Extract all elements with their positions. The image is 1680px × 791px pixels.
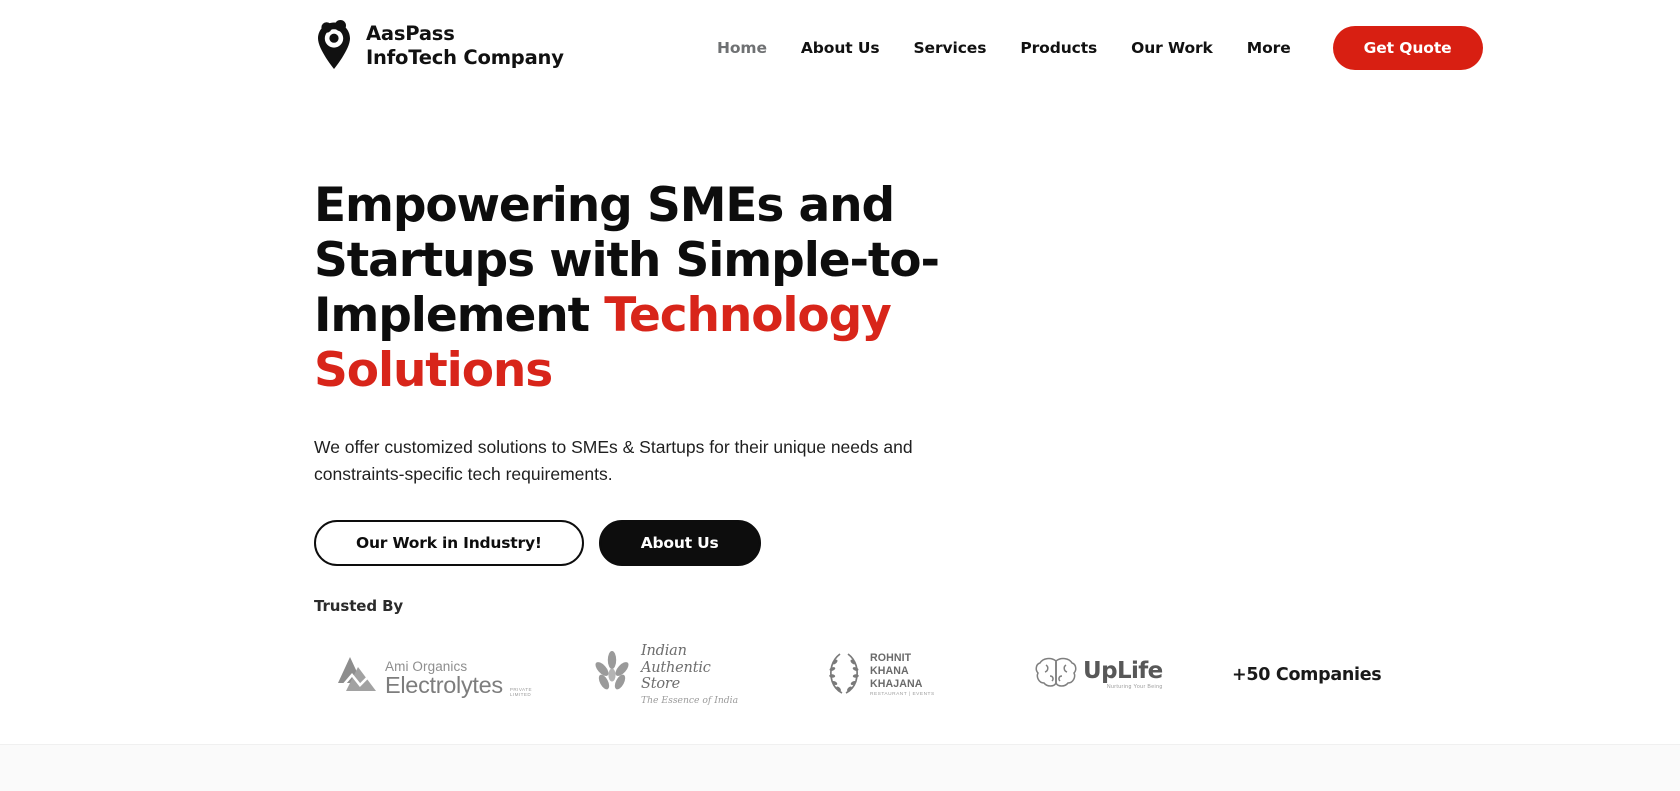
- ami-organics-top-text: Ami Organics: [385, 658, 468, 674]
- nav-item-home[interactable]: Home: [700, 29, 784, 67]
- lotus-flower-icon: [592, 650, 632, 700]
- ami-organics-sub-text: PRIVATE LIMITED: [509, 687, 532, 697]
- uplife-main-text: UpLife: [1083, 657, 1163, 684]
- nav-item-products[interactable]: Products: [1003, 29, 1114, 67]
- nav-item-our-work[interactable]: Our Work: [1114, 29, 1230, 67]
- client-logo-uplife: UpLife Nurturing Your Being: [964, 647, 1164, 703]
- client-logo-rohnit-khana-khajana: ROHNIT KHANA KHAJANA RESTAURANT | EVENTS: [754, 647, 964, 703]
- nav-item-more[interactable]: More: [1230, 29, 1308, 67]
- client-logo-indian-authentic-store: Indian Authentic Store The Essence of In…: [542, 643, 754, 706]
- indian-authentic-store-sub-text: The Essence of India: [641, 695, 739, 707]
- hero-subcopy: We offer customized solutions to SMEs & …: [314, 436, 913, 485]
- rohnit-line-2: KHANA: [870, 664, 909, 677]
- page-title: Empowering SMEs and Startups with Simple…: [314, 178, 1034, 398]
- trusted-by-label: Trusted By: [314, 597, 404, 615]
- rohnit-line-3: KHAJANA: [870, 677, 923, 690]
- ami-organics-mountain-icon: [336, 653, 378, 698]
- landing-page: AasPass InfoTech Company Home About Us S…: [0, 0, 1680, 791]
- nav-item-services[interactable]: Services: [896, 29, 1003, 67]
- hero-section: Empowering SMEs and Startups with Simple…: [314, 178, 1034, 567]
- about-us-button[interactable]: About Us: [598, 520, 761, 567]
- brain-icon: [1034, 656, 1078, 695]
- indian-authentic-store-main-text: Indian Authentic Store: [641, 643, 711, 693]
- hero-cta-row: Our Work in Industry! About Us: [314, 520, 1034, 567]
- site-header: AasPass InfoTech Company Home About Us S…: [0, 0, 1680, 90]
- trusted-by-logos: Ami Organics Electrolytes PRIVATE LIMITE…: [314, 643, 1382, 706]
- our-work-button[interactable]: Our Work in Industry!: [314, 520, 584, 567]
- nav-item-about-us[interactable]: About Us: [784, 29, 897, 67]
- companies-count-text: +50 Companies: [1232, 665, 1382, 685]
- get-quote-button[interactable]: Get Quote: [1332, 26, 1483, 70]
- rohnit-sub-text: RESTAURANT | EVENTS: [870, 692, 935, 698]
- brand-name: AasPass InfoTech Company: [366, 22, 564, 69]
- location-pin-people-icon: [314, 20, 354, 72]
- rohnit-line-1: ROHNIT: [870, 651, 912, 664]
- companies-count-cell: +50 Companies: [1164, 647, 1382, 703]
- page-bottom-strip: [0, 744, 1680, 791]
- uplife-sub-text: Nurturing Your Being: [1106, 683, 1163, 690]
- ami-organics-main-text: Electrolytes: [385, 672, 503, 698]
- client-logo-ami-organics: Ami Organics Electrolytes PRIVATE LIMITE…: [314, 647, 542, 703]
- brand-logo[interactable]: AasPass InfoTech Company: [314, 20, 564, 72]
- main-navigation: Home About Us Services Products Our Work…: [700, 26, 1483, 70]
- laurel-wreath-icon: [824, 650, 864, 701]
